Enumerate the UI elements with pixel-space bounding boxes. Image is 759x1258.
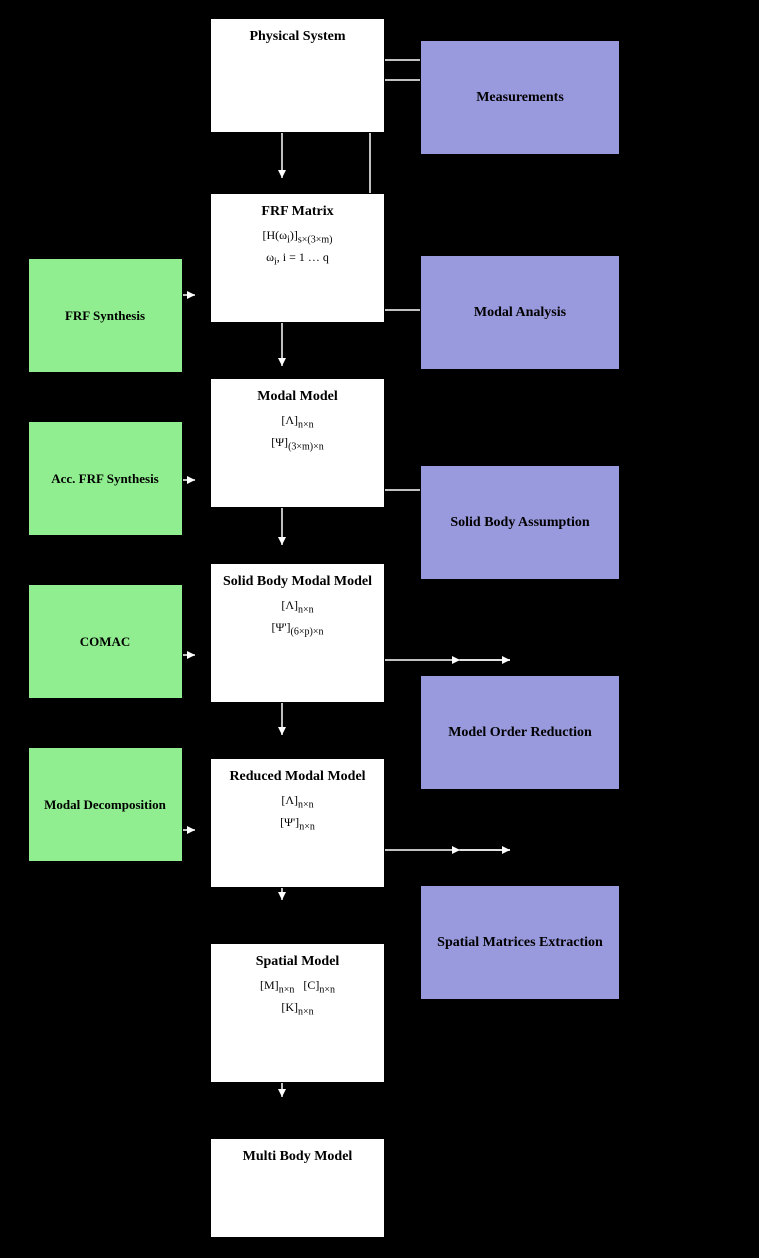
modal-model-line2: [Ψ](3×m)×n [219,433,376,455]
reduced-modal-model-content: [Λ]n×n [Ψ']n×n [219,791,376,836]
modal-decomposition-box: Modal Decomposition [28,747,183,862]
model-order-reduction-box: Model Order Reduction [420,675,620,790]
frf-matrix-box: FRF Matrix [H(ωi)]s×(3×m) ωi, i = 1 … q [210,193,385,323]
measurements-box: Measurements [420,40,620,155]
physical-system-box: Physical System [210,18,385,133]
sm-line1: [M]n×n [C]n×n [219,976,376,998]
frf-synthesis-label: FRF Synthesis [65,308,145,324]
solid-body-assumption-title: Solid Body Assumption [450,515,589,531]
acc-frf-synthesis-label: Acc. FRF Synthesis [51,471,159,487]
modal-decomposition-label: Modal Decomposition [44,797,166,813]
comac-label: COMAC [80,634,131,650]
center-column: Physical System FRF Matrix [H(ωi)]s×(3×m… [200,10,395,1248]
right-column: Measurements Modal Analysis Solid Body A… [395,10,645,1248]
acc-frf-synthesis-box: Acc. FRF Synthesis [28,421,183,536]
sbmm-line1: [Λ]n×n [219,596,376,618]
rmm-line1: [Λ]n×n [219,791,376,813]
solid-body-modal-model-title: Solid Body Modal Model [219,574,376,590]
modal-model-content: [Λ]n×n [Ψ](3×m)×n [219,411,376,456]
solid-body-modal-model-content: [Λ]n×n [Ψ'](6×p)×n [219,596,376,641]
spatial-matrices-extraction-box: Spatial Matrices Extraction [420,885,620,1000]
solid-body-modal-model-box: Solid Body Modal Model [Λ]n×n [Ψ'](6×p)×… [210,563,385,703]
reduced-modal-model-title: Reduced Modal Model [219,769,376,785]
rmm-line2: [Ψ']n×n [219,813,376,835]
modal-model-title: Modal Model [219,389,376,405]
frf-matrix-title: FRF Matrix [219,204,376,220]
sm-line2: [K]n×n [219,998,376,1020]
modal-analysis-title: Modal Analysis [474,305,566,321]
frf-matrix-line2: ωi, i = 1 … q [219,248,376,270]
multi-body-model-title: Multi Body Model [219,1149,376,1165]
frf-synthesis-box: FRF Synthesis [28,258,183,373]
multi-body-model-box: Multi Body Model [210,1138,385,1238]
model-order-reduction-title: Model Order Reduction [448,725,592,741]
spatial-model-title: Spatial Model [219,954,376,970]
solid-body-assumption-box: Solid Body Assumption [420,465,620,580]
modal-model-line1: [Λ]n×n [219,411,376,433]
frf-matrix-content: [H(ωi)]s×(3×m) ωi, i = 1 … q [219,226,376,271]
measurements-title: Measurements [476,90,564,106]
comac-box: COMAC [28,584,183,699]
diagram-container: FRF Synthesis Acc. FRF Synthesis COMAC M… [0,0,759,1258]
sbmm-line2: [Ψ'](6×p)×n [219,618,376,640]
modal-analysis-box: Modal Analysis [420,255,620,370]
reduced-modal-model-box: Reduced Modal Model [Λ]n×n [Ψ']n×n [210,758,385,888]
left-column: FRF Synthesis Acc. FRF Synthesis COMAC M… [10,10,200,1248]
spatial-model-box: Spatial Model [M]n×n [C]n×n [K]n×n [210,943,385,1083]
modal-model-box: Modal Model [Λ]n×n [Ψ](3×m)×n [210,378,385,508]
spatial-matrices-extraction-title: Spatial Matrices Extraction [437,935,603,951]
frf-matrix-line1: [H(ωi)]s×(3×m) [219,226,376,248]
spatial-model-content: [M]n×n [C]n×n [K]n×n [219,976,376,1021]
physical-system-title: Physical System [219,29,376,45]
